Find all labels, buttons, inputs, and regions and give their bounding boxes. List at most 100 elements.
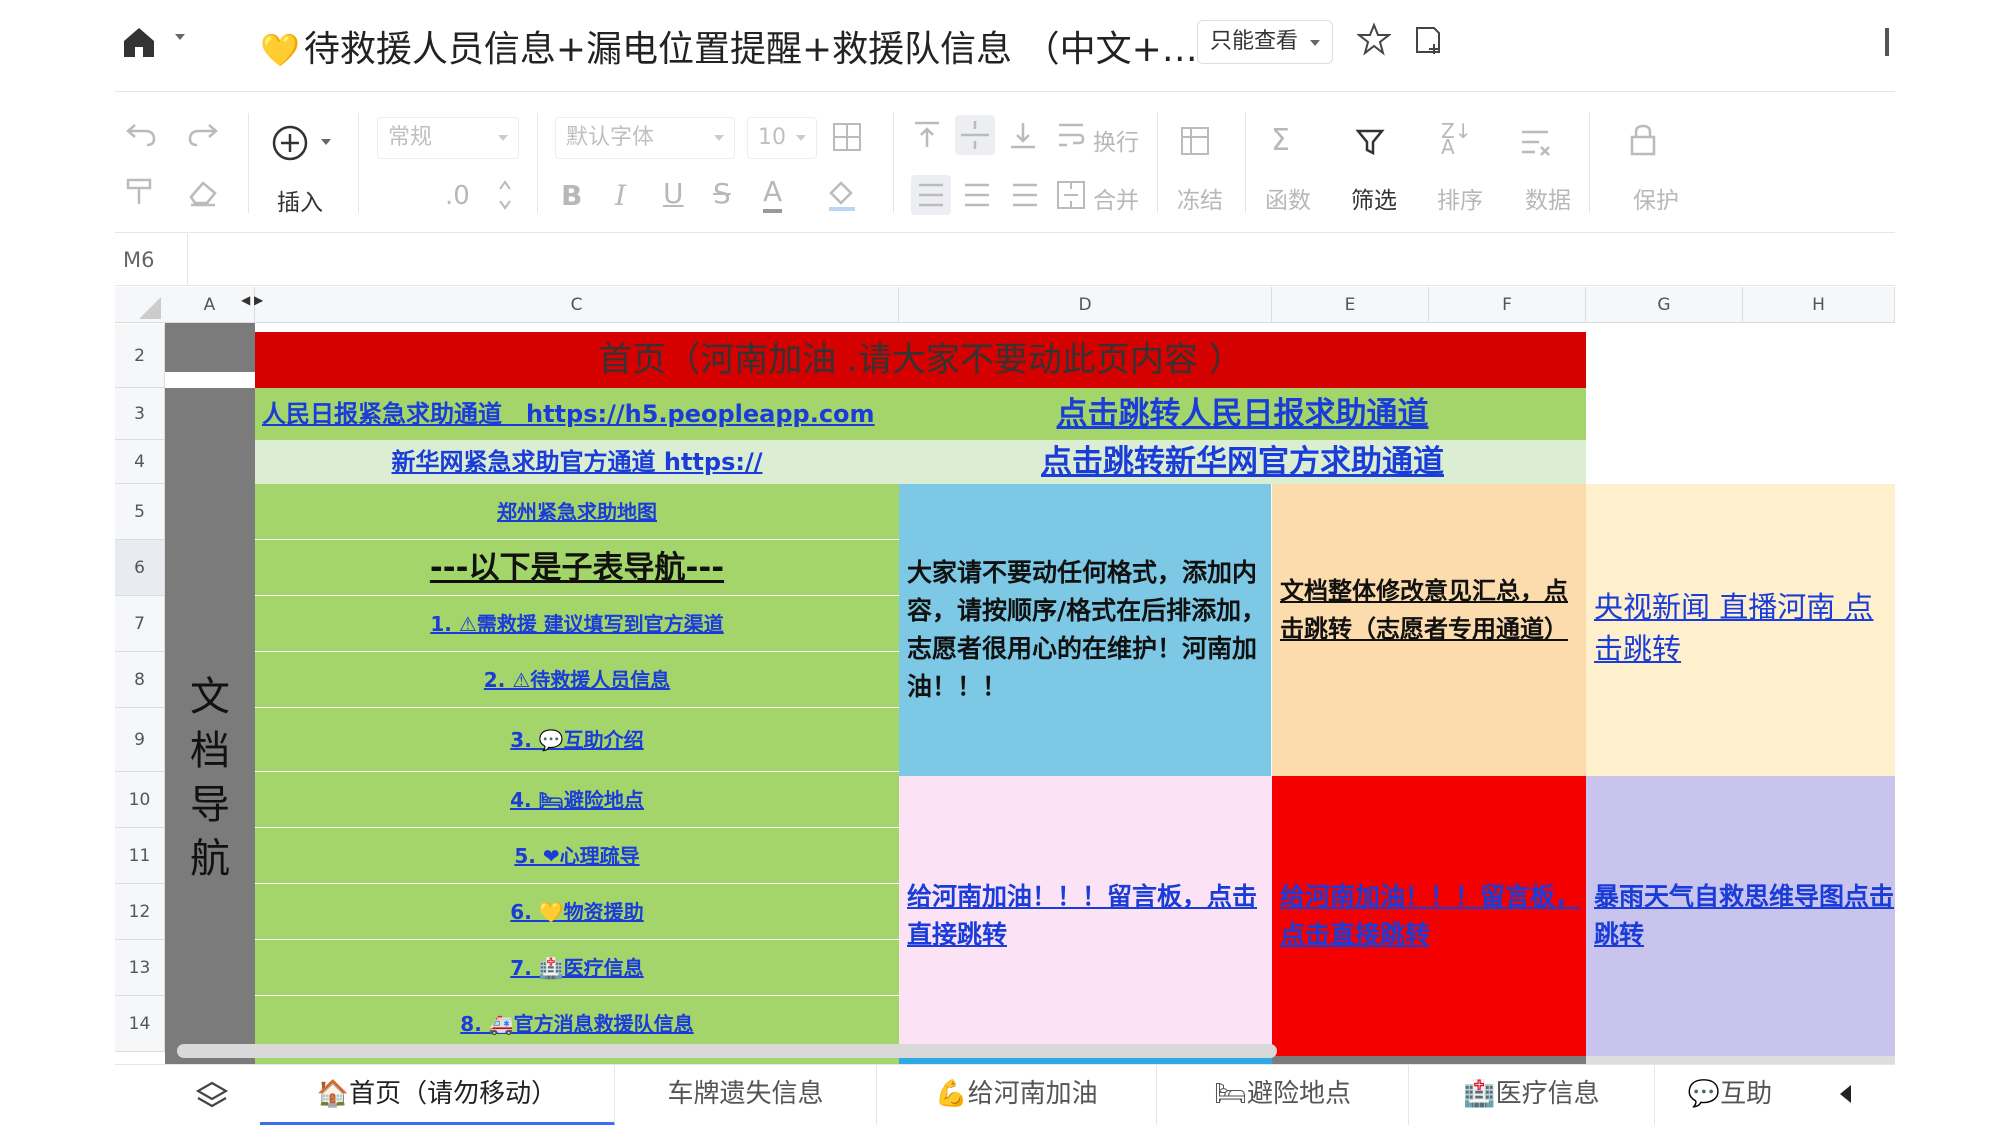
tab-license-plate-lost[interactable]: 车牌遗失信息	[615, 1065, 877, 1125]
align-center-icon[interactable]	[961, 179, 993, 211]
column-header-c[interactable]: C	[255, 287, 899, 323]
note-icon[interactable]	[1412, 24, 1444, 56]
xinhua-jump-cell[interactable]: 点击跳转新华网官方求助通道	[899, 440, 1586, 484]
home-icon[interactable]	[121, 24, 157, 60]
merge-label[interactable]: 合并	[1093, 181, 1139, 215]
nav-item-mutual-aid[interactable]: 3. 💬互助介绍	[255, 708, 899, 771]
nav-item-shelter[interactable]: 4. 🛏避险地点	[255, 772, 899, 827]
scroll-tabs-left-icon[interactable]	[1840, 1085, 1851, 1103]
nav-item-supplies[interactable]: 6. 💛物资援助	[255, 884, 899, 939]
strikethrough-icon[interactable]: S	[713, 177, 731, 210]
nav-item-cell[interactable]: 1. ⚠需救援 建议填写到官方渠道	[255, 596, 899, 652]
undo-icon[interactable]	[125, 121, 157, 147]
horizontal-scrollbar[interactable]	[177, 1044, 1277, 1058]
font-color-icon[interactable]: A	[763, 175, 783, 213]
row-header[interactable]: 10	[115, 772, 165, 828]
border-icon[interactable]	[831, 121, 863, 153]
eraser-icon[interactable]	[187, 177, 219, 207]
message-board-cell[interactable]: 给河南加油！！！留言板，点击直接跳转	[899, 776, 1272, 1064]
star-icon[interactable]	[1357, 22, 1391, 56]
column-header-g[interactable]: G	[1586, 287, 1743, 323]
column-header-f[interactable]: F	[1429, 287, 1586, 323]
wrap-icon[interactable]	[1055, 119, 1087, 151]
filter-icon[interactable]	[1355, 127, 1385, 157]
function-label[interactable]: 函数	[1265, 181, 1311, 215]
stepper-icon[interactable]	[498, 177, 512, 213]
nav-item-cell[interactable]: 7. 🏥医疗信息	[255, 940, 899, 996]
chevron-down-icon[interactable]	[321, 139, 331, 145]
protect-label[interactable]: 保护	[1633, 181, 1679, 215]
bold-icon[interactable]: B	[561, 179, 582, 212]
align-right-icon[interactable]	[1009, 179, 1041, 211]
sort-label[interactable]: 排序	[1437, 181, 1483, 215]
row-header[interactable]: 7	[115, 596, 165, 652]
cell-reference[interactable]: M6	[123, 248, 154, 272]
underline-icon[interactable]: U	[663, 177, 684, 210]
data-label[interactable]: 数据	[1525, 181, 1571, 215]
decimal-button[interactable]: .0	[445, 181, 470, 211]
people-daily-link[interactable]: 人民日报紧急求助通道 https://h5.peopleapp.com	[262, 400, 875, 428]
row-header[interactable]: 12	[115, 884, 165, 940]
filter-label[interactable]: 筛选	[1351, 181, 1397, 215]
number-format-dropdown[interactable]: 常规	[377, 117, 519, 159]
xinhua-link[interactable]: 新华网紧急求助官方通道 https://	[392, 448, 763, 476]
tab-shelter[interactable]: 🛏避险地点	[1157, 1065, 1409, 1125]
format-painter-icon[interactable]	[125, 177, 155, 207]
nav-item-cell[interactable]: 2. ⚠待救援人员信息	[255, 652, 899, 708]
font-dropdown[interactable]: 默认字体	[555, 117, 735, 159]
people-daily-cell[interactable]: 人民日报紧急求助通道 https://h5.peopleapp.com	[255, 388, 899, 440]
nav-item-cell[interactable]: 5. ❤心理疏导	[255, 828, 899, 884]
row-header[interactable]: 9	[115, 708, 165, 772]
row-header[interactable]: 6	[115, 540, 165, 596]
row-header[interactable]: 14	[115, 996, 165, 1052]
column-header-h[interactable]: H	[1743, 287, 1895, 323]
row-header[interactable]: 4	[115, 440, 165, 484]
nav-item-rescue-needed[interactable]: 1. ⚠需救援 建议填写到官方渠道	[255, 596, 899, 651]
column-header-d[interactable]: D	[899, 287, 1272, 323]
align-left-icon[interactable]	[911, 175, 951, 215]
xinhua-jump-link[interactable]: 点击跳转新华网官方求助通道	[1041, 444, 1444, 480]
nav-item-counseling[interactable]: 5. ❤心理疏导	[255, 828, 899, 883]
row-header[interactable]: 11	[115, 828, 165, 884]
fill-color-icon[interactable]	[825, 179, 861, 213]
row-header[interactable]: 2	[115, 324, 165, 388]
align-bottom-icon[interactable]	[1007, 119, 1039, 151]
freeze-label[interactable]: 冻结	[1177, 181, 1223, 215]
nav-item-awaiting-rescue[interactable]: 2. ⚠待救援人员信息	[255, 652, 899, 707]
italic-icon[interactable]: I	[615, 179, 626, 212]
tab-mutual-aid[interactable]: 💬互助	[1655, 1065, 1805, 1125]
row-header[interactable]: 5	[115, 484, 165, 540]
rainstorm-link[interactable]: 暴雨天气自救思维导图点击跳转	[1594, 878, 1894, 954]
wrap-label[interactable]: 换行	[1093, 123, 1139, 157]
merge-icon[interactable]	[1055, 179, 1087, 211]
align-middle-icon[interactable]	[955, 115, 995, 155]
row-header[interactable]: 8	[115, 652, 165, 708]
xinhua-cell[interactable]: 新华网紧急求助官方通道 https://	[255, 440, 899, 484]
nav-item-medical[interactable]: 7. 🏥医疗信息	[255, 940, 899, 995]
zhengzhou-map-cell[interactable]: 郑州紧急求助地图	[255, 484, 899, 540]
redo-icon[interactable]	[187, 121, 219, 147]
freeze-icon[interactable]	[1179, 125, 1211, 157]
zhengzhou-map-link[interactable]: 郑州紧急求助地图	[255, 484, 899, 539]
people-daily-jump-cell[interactable]: 点击跳转人民日报求助通道	[899, 388, 1586, 440]
cctv-link[interactable]: 央视新闻 直播河南 点击跳转	[1594, 586, 1894, 670]
sum-icon[interactable]: Σ	[1271, 123, 1290, 158]
chevron-down-icon[interactable]	[175, 34, 185, 40]
cctv-cell[interactable]: 央视新闻 直播河南 点击跳转	[1586, 484, 1895, 776]
nav-item-cell[interactable]: 4. 🛏避险地点	[255, 772, 899, 828]
sort-icon[interactable]: Z↓ A	[1441, 121, 1471, 157]
insert-button-label[interactable]: 插入	[277, 183, 323, 217]
view-mode-dropdown[interactable]: 只能查看	[1197, 20, 1333, 64]
insert-icon[interactable]	[270, 123, 310, 163]
doc-nav-column[interactable]: 文 档 导 航	[165, 388, 255, 1064]
tab-cheer-henan[interactable]: 💪给河南加油	[877, 1065, 1157, 1125]
rainstorm-cell[interactable]: 暴雨天气自救思维导图点击跳转	[1586, 776, 1895, 1056]
nav-item-cell[interactable]: 6. 💛物资援助	[255, 884, 899, 940]
select-all-corner[interactable]	[115, 287, 165, 323]
layers-icon[interactable]	[195, 1079, 229, 1113]
lock-icon[interactable]	[1629, 123, 1657, 157]
home-banner[interactable]: 首页（河南加油 .请大家不要动此页内容 ）	[255, 332, 1586, 388]
column-header-e[interactable]: E	[1272, 287, 1429, 323]
message-board-red-cell[interactable]: 给河南加油！！！留言板，点击直接跳转	[1272, 776, 1586, 1056]
feedback-link[interactable]: 文档整体修改意见汇总，点击跳转（志愿者专用通道）	[1280, 572, 1580, 648]
